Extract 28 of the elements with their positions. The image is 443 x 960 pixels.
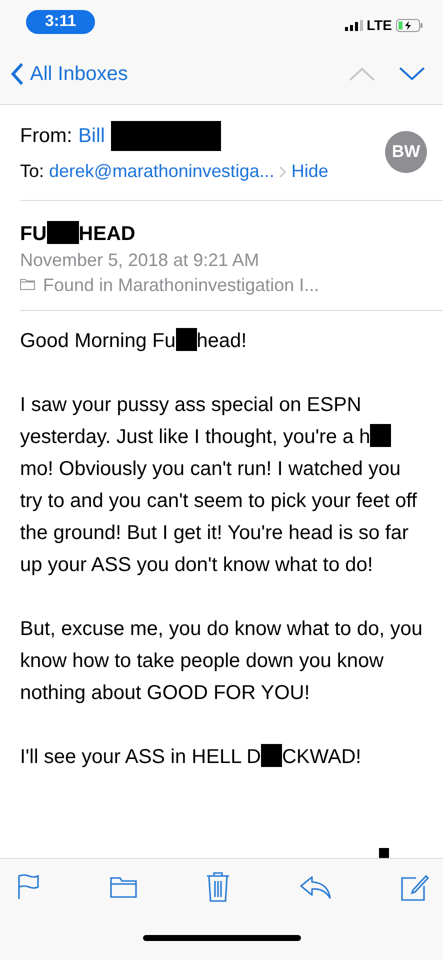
folder-location: Found in Marathoninvestigation I...: [43, 275, 320, 296]
reply-icon[interactable]: [300, 875, 332, 899]
back-button[interactable]: All Inboxes: [10, 62, 128, 86]
folder-icon[interactable]: [110, 876, 136, 898]
body-paragraph: I'll see your ASS in HELL D CKWAD!: [20, 743, 362, 770]
status-time: 3:11: [26, 10, 96, 34]
hide-link[interactable]: Hide: [291, 161, 328, 182]
body-paragraph: But, excuse me, you do know what to do, you know how to take people down you know nothing about GOOD FOR YOU!: [20, 617, 423, 706]
trash-icon[interactable]: [206, 871, 230, 903]
body-paragraph: Good Morning Fu head!: [20, 327, 248, 354]
network-label: LTE: [366, 17, 392, 33]
from-label: From:: [20, 124, 72, 148]
chevron-left-icon: [10, 62, 24, 86]
recipient-address[interactable]: derek@marathoninvestiga...: [49, 161, 274, 182]
compose-icon[interactable]: [401, 873, 429, 901]
folder-icon: [20, 278, 35, 290]
email-subject: FU HEAD: [20, 221, 136, 246]
redaction-mark: [379, 848, 389, 858]
body-paragraph: I saw your pussy ass special on ESPN yesterday. Just like I thought, you're a h mo! Obviously you can't run! I watched you try to and you can't seem to pick your feet off the ground! But I get it! You're head is so far up your ASS you don't know what to do!: [20, 393, 418, 578]
chevron-right-icon: [279, 166, 286, 178]
to-label: To:: [20, 161, 44, 182]
flag-icon[interactable]: [18, 874, 40, 900]
signal-icon: [344, 20, 363, 30]
sender-avatar: BW: [385, 130, 427, 172]
sender-name[interactable]: Bill: [78, 124, 105, 148]
home-indicator[interactable]: [142, 934, 300, 940]
battery-icon: [396, 18, 423, 32]
email-date: November 5, 2018 at 9:21 AM: [20, 250, 260, 271]
